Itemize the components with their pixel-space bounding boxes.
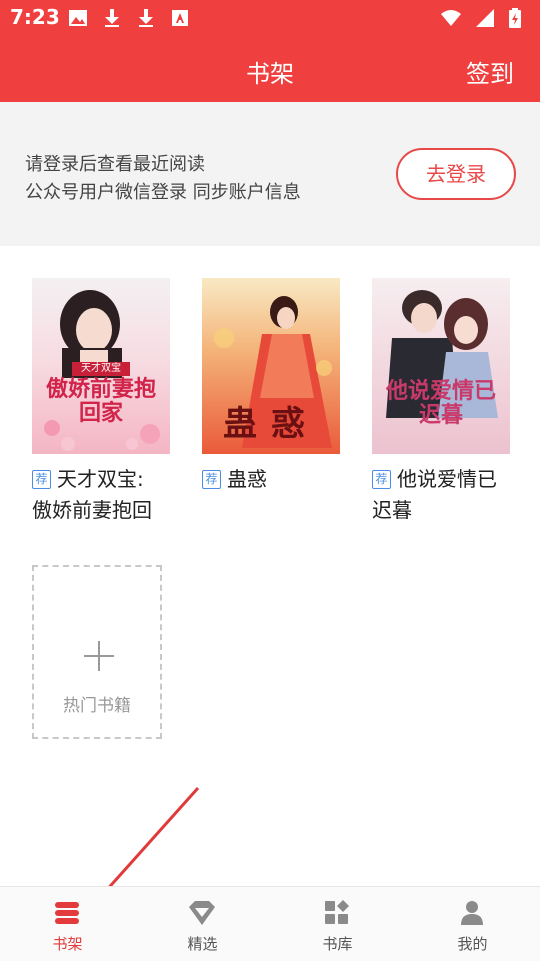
plus-icon (82, 639, 116, 673)
checkin-button[interactable]: 签到 (466, 54, 514, 89)
book-title-line: 蛊惑 (227, 467, 267, 491)
book-title-line: 他说爱情已 (397, 467, 497, 491)
book-title[interactable]: 荐天才双宝: 傲娇前妻抱回 (32, 464, 172, 526)
book-item[interactable]: 天才双宝 傲娇前妻抱回家 荐天才双宝: 傲娇前妻抱回 (32, 278, 172, 526)
download-icon (102, 8, 122, 28)
recommend-badge: 荐 (32, 470, 51, 489)
book-title[interactable]: 荐他说爱情已 迟暮 (372, 464, 512, 526)
download-icon (136, 8, 156, 28)
book-cover[interactable]: 蛊惑 (202, 278, 340, 454)
login-hint-sync: 公众号用户微信登录 同步账户信息 (25, 182, 301, 203)
add-book-button[interactable]: 热门书籍 (32, 565, 162, 739)
tab-label: 书库 (322, 935, 353, 953)
status-time: 7:23 (10, 5, 60, 29)
image-icon (68, 8, 88, 28)
page-title: 书架 (246, 60, 294, 88)
book-title[interactable]: 荐蛊惑 (202, 464, 342, 495)
cover-title: 傲娇前妻抱回家 (45, 377, 156, 426)
book-item[interactable]: 蛊惑 荐蛊惑 (202, 278, 342, 495)
app-bar: 书架 签到 (0, 36, 540, 102)
tab-library[interactable]: 书库 (270, 887, 405, 961)
person-icon (457, 899, 487, 927)
tab-label: 精选 (187, 935, 218, 953)
tab-label: 书架 (52, 935, 83, 953)
signal-icon (474, 8, 496, 28)
tab-featured[interactable]: 精选 (135, 887, 270, 961)
battery-icon (508, 8, 530, 28)
login-hint-recent: 请登录后查看最近阅读 (25, 154, 205, 175)
bottom-tab-bar: 书架 精选 书库 我的 (0, 886, 540, 961)
tab-bookshelf[interactable]: 书架 (0, 887, 135, 961)
diamond-icon (187, 899, 217, 927)
login-prompt: 请登录后查看最近阅读 公众号用户微信登录 同步账户信息 去登录 (0, 102, 540, 246)
book-cover[interactable]: 他说爱情已迟暮 (372, 278, 510, 454)
cover-title: 他说爱情已迟暮 (385, 379, 496, 428)
bookshelf-icon (52, 899, 82, 927)
tab-mine[interactable]: 我的 (405, 887, 540, 961)
wifi-icon (440, 8, 462, 28)
recommend-badge: 荐 (202, 470, 221, 489)
login-button[interactable]: 去登录 (396, 148, 516, 200)
text-icon (170, 8, 190, 28)
cover-title: 蛊惑 (223, 404, 319, 444)
book-title-line: 迟暮 (372, 498, 412, 522)
book-cover[interactable]: 天才双宝 傲娇前妻抱回家 (32, 278, 170, 454)
book-title-line: 傲娇前妻抱回 (32, 498, 152, 522)
add-book-label: 热门书籍 (63, 696, 131, 716)
grid-icon (322, 899, 352, 927)
tab-label: 我的 (457, 935, 488, 953)
status-bar: 7:23 (0, 0, 540, 36)
cover-tag: 天才双宝 (72, 362, 130, 376)
recommend-badge: 荐 (372, 470, 391, 489)
book-title-line: 天才双宝: (57, 467, 144, 491)
book-item[interactable]: 他说爱情已迟暮 荐他说爱情已 迟暮 (372, 278, 512, 526)
